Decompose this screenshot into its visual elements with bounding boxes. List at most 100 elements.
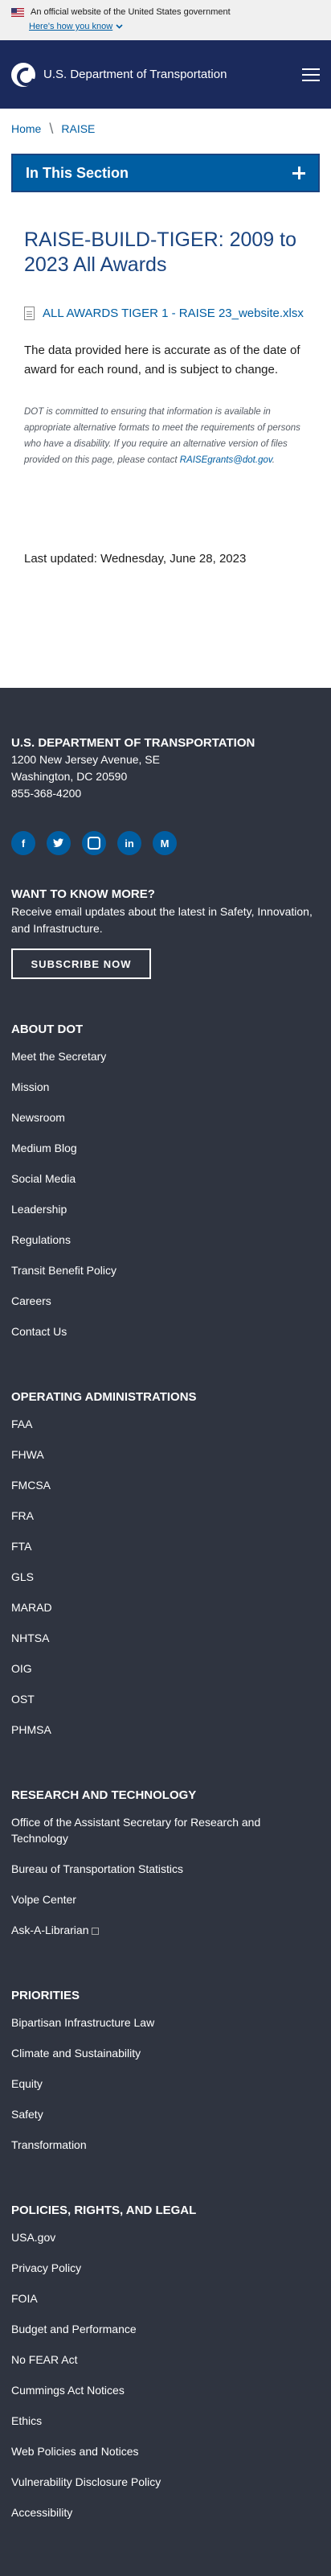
footer-link-item: Careers bbox=[11, 1286, 320, 1316]
gov-banner-text: An official website of the United States… bbox=[31, 7, 231, 17]
footer-link[interactable]: GLS bbox=[11, 1570, 34, 1583]
footer-link-item: Budget and Performance bbox=[11, 2314, 320, 2344]
footer-link-item: Vulnerability Disclosure Policy bbox=[11, 2467, 320, 2497]
site-title[interactable]: U.S. Department of Transportation bbox=[43, 68, 227, 81]
footer-link-item: MARAD bbox=[11, 1592, 320, 1623]
footer-link-item: Contact Us bbox=[11, 1316, 320, 1347]
dot-logo-icon[interactable] bbox=[11, 62, 35, 87]
footer-link-item: Ask-A-Librarian bbox=[11, 1915, 320, 1945]
footer-link[interactable]: Office of the Assistant Secretary for Re… bbox=[11, 1816, 260, 1845]
footer-link-item: Leadership bbox=[11, 1194, 320, 1224]
footer-link[interactable]: Bipartisan Infrastructure Law bbox=[11, 2016, 154, 2029]
footer-link[interactable]: Social Media bbox=[11, 1172, 76, 1185]
footer-link[interactable]: USA.gov bbox=[11, 2231, 55, 2244]
footer-link[interactable]: Equity bbox=[11, 2077, 43, 2090]
footer-link[interactable]: Bureau of Transportation Statistics bbox=[11, 1862, 183, 1875]
footer-link-item: No FEAR Act bbox=[11, 2344, 320, 2375]
footer-link[interactable]: Safety bbox=[11, 2108, 43, 2121]
footer-group: RESEARCH AND TECHNOLOGY Office of the Ass… bbox=[11, 1788, 320, 1945]
footer-group: ABOUT DOT Meet the Secretary Mission Newsro… bbox=[11, 1023, 320, 1347]
footer-link[interactable]: NHTSA bbox=[11, 1632, 49, 1644]
footer-link[interactable]: Vulnerability Disclosure Policy bbox=[11, 2475, 161, 2488]
in-this-section-toggle[interactable]: In This Section bbox=[11, 154, 320, 192]
address-line-1: 1200 New Jersey Avenue, SE bbox=[11, 753, 160, 766]
footer-link[interactable]: Climate and Sustainability bbox=[11, 2047, 141, 2060]
footer-link[interactable]: Leadership bbox=[11, 1203, 67, 1216]
accessibility-notice: DOT is committed to ensuring that inform… bbox=[24, 404, 307, 468]
footer-group-title: ABOUT DOT bbox=[11, 1023, 84, 1036]
footer-link[interactable]: Budget and Performance bbox=[11, 2323, 137, 2335]
footer-link[interactable]: Web Policies and Notices bbox=[11, 2445, 138, 2458]
footer-link-item: Climate and Sustainability bbox=[11, 2038, 320, 2068]
footer-link[interactable]: Ask-A-Librarian bbox=[11, 1924, 88, 1936]
footer-link[interactable]: FTA bbox=[11, 1540, 31, 1553]
footer-link[interactable]: FRA bbox=[11, 1509, 34, 1522]
know-more-title: WANT TO KNOW MORE? bbox=[11, 887, 155, 901]
footer-link[interactable]: Newsroom bbox=[11, 1111, 65, 1124]
main-content: RAISE-BUILD-TIGER: 2009 to 2023 All Awar… bbox=[0, 192, 331, 566]
footer-link[interactable]: Medium Blog bbox=[11, 1142, 77, 1154]
footer-link-item: FTA bbox=[11, 1531, 320, 1562]
footer-link[interactable]: Contact Us bbox=[11, 1325, 67, 1338]
heres-how-you-know-toggle[interactable]: Here's how you know bbox=[29, 22, 123, 31]
footer-link-item: Mission bbox=[11, 1072, 320, 1102]
file-download: ALL AWARDS TIGER 1 - RAISE 23_website.xl… bbox=[24, 307, 307, 320]
footer-link-item: FHWA bbox=[11, 1439, 320, 1470]
footer-link[interactable]: Privacy Policy bbox=[11, 2261, 81, 2274]
footer-link[interactable]: Transit Benefit Policy bbox=[11, 1264, 116, 1277]
footer-group: PRIORITIES Bipartisan Infrastructure Law C… bbox=[11, 1989, 320, 2160]
footer-link-list: USA.gov Privacy Policy FOIA Budget and Perf… bbox=[11, 2222, 320, 2528]
footer-link[interactable]: FMCSA bbox=[11, 1479, 51, 1492]
us-flag-icon bbox=[11, 7, 24, 17]
twitter-icon[interactable] bbox=[47, 831, 71, 855]
intro-text: The data provided here is accurate as of… bbox=[24, 344, 300, 377]
xlsx-download-link[interactable]: ALL AWARDS TIGER 1 - RAISE 23_website.xl… bbox=[43, 307, 304, 320]
instagram-icon[interactable] bbox=[82, 831, 106, 855]
footer-link[interactable]: FAA bbox=[11, 1418, 32, 1430]
subscribe-button[interactable]: SUBSCRIBE NOW bbox=[11, 949, 151, 979]
footer-link[interactable]: OST bbox=[11, 1693, 35, 1706]
footer-link[interactable]: OIG bbox=[11, 1662, 32, 1675]
footer-link-item: Transformation bbox=[11, 2130, 320, 2160]
site-header: U.S. Department of Transportation bbox=[0, 40, 331, 109]
footer-link-item: Newsroom bbox=[11, 1102, 320, 1133]
footer-link[interactable]: Transformation bbox=[11, 2138, 87, 2151]
breadcrumb-raise[interactable]: RAISE bbox=[61, 122, 95, 135]
footer-link[interactable]: Ethics bbox=[11, 2414, 42, 2427]
footer-group: OPERATING ADMINISTRATIONS FAA FHWA FMCSA FRA… bbox=[11, 1390, 320, 1745]
footer-link-list: Meet the Secretary Mission Newsroom Medium … bbox=[11, 1041, 320, 1347]
gov-toggle-label: Here's how you know bbox=[29, 22, 113, 31]
footer-link-item: Volpe Center bbox=[11, 1884, 320, 1915]
footer-link[interactable]: Regulations bbox=[11, 1233, 71, 1246]
footer-link[interactable]: Volpe Center bbox=[11, 1893, 76, 1906]
footer-link-list: Office of the Assistant Secretary for Re… bbox=[11, 1807, 320, 1945]
footer-link[interactable]: No FEAR Act bbox=[11, 2353, 77, 2366]
footer-link[interactable]: FOIA bbox=[11, 2292, 38, 2305]
footer-group-title: OPERATING ADMINISTRATIONS bbox=[11, 1390, 197, 1404]
footer-link[interactable]: PHMSA bbox=[11, 1723, 51, 1736]
footer-link[interactable]: Careers bbox=[11, 1294, 51, 1307]
footer-link-item: FOIA bbox=[11, 2283, 320, 2314]
medium-icon[interactable]: M bbox=[153, 831, 177, 855]
menu-icon[interactable] bbox=[302, 68, 320, 81]
phone-number: 855-368-4200 bbox=[11, 787, 82, 800]
footer-link[interactable]: Cummings Act Notices bbox=[11, 2384, 125, 2397]
linkedin-icon[interactable]: in bbox=[117, 831, 141, 855]
footer-org-name: U.S. DEPARTMENT OF TRANSPORTATION bbox=[11, 736, 255, 750]
footer-link[interactable]: Mission bbox=[11, 1080, 49, 1093]
footer-link[interactable]: FHWA bbox=[11, 1448, 44, 1461]
breadcrumb: Home \ RAISE bbox=[0, 109, 331, 149]
footer-link-item: GLS bbox=[11, 1562, 320, 1592]
facebook-icon[interactable]: f bbox=[11, 831, 35, 855]
footer-link-item: OIG bbox=[11, 1653, 320, 1684]
footer-link-item: Web Policies and Notices bbox=[11, 2436, 320, 2467]
footer-link[interactable]: MARAD bbox=[11, 1601, 52, 1614]
raise-email-link[interactable]: RAISEgrants@dot.gov bbox=[180, 455, 272, 465]
footer-link-item: USA.gov bbox=[11, 2222, 320, 2253]
footer-link[interactable]: Accessibility bbox=[11, 2506, 72, 2519]
footer-link-item: Medium Blog bbox=[11, 1133, 320, 1163]
footer-group-title: PRIORITIES bbox=[11, 1989, 80, 2002]
footer-link[interactable]: Meet the Secretary bbox=[11, 1050, 106, 1063]
notice-suffix: . bbox=[272, 455, 275, 465]
breadcrumb-home[interactable]: Home bbox=[11, 122, 41, 135]
